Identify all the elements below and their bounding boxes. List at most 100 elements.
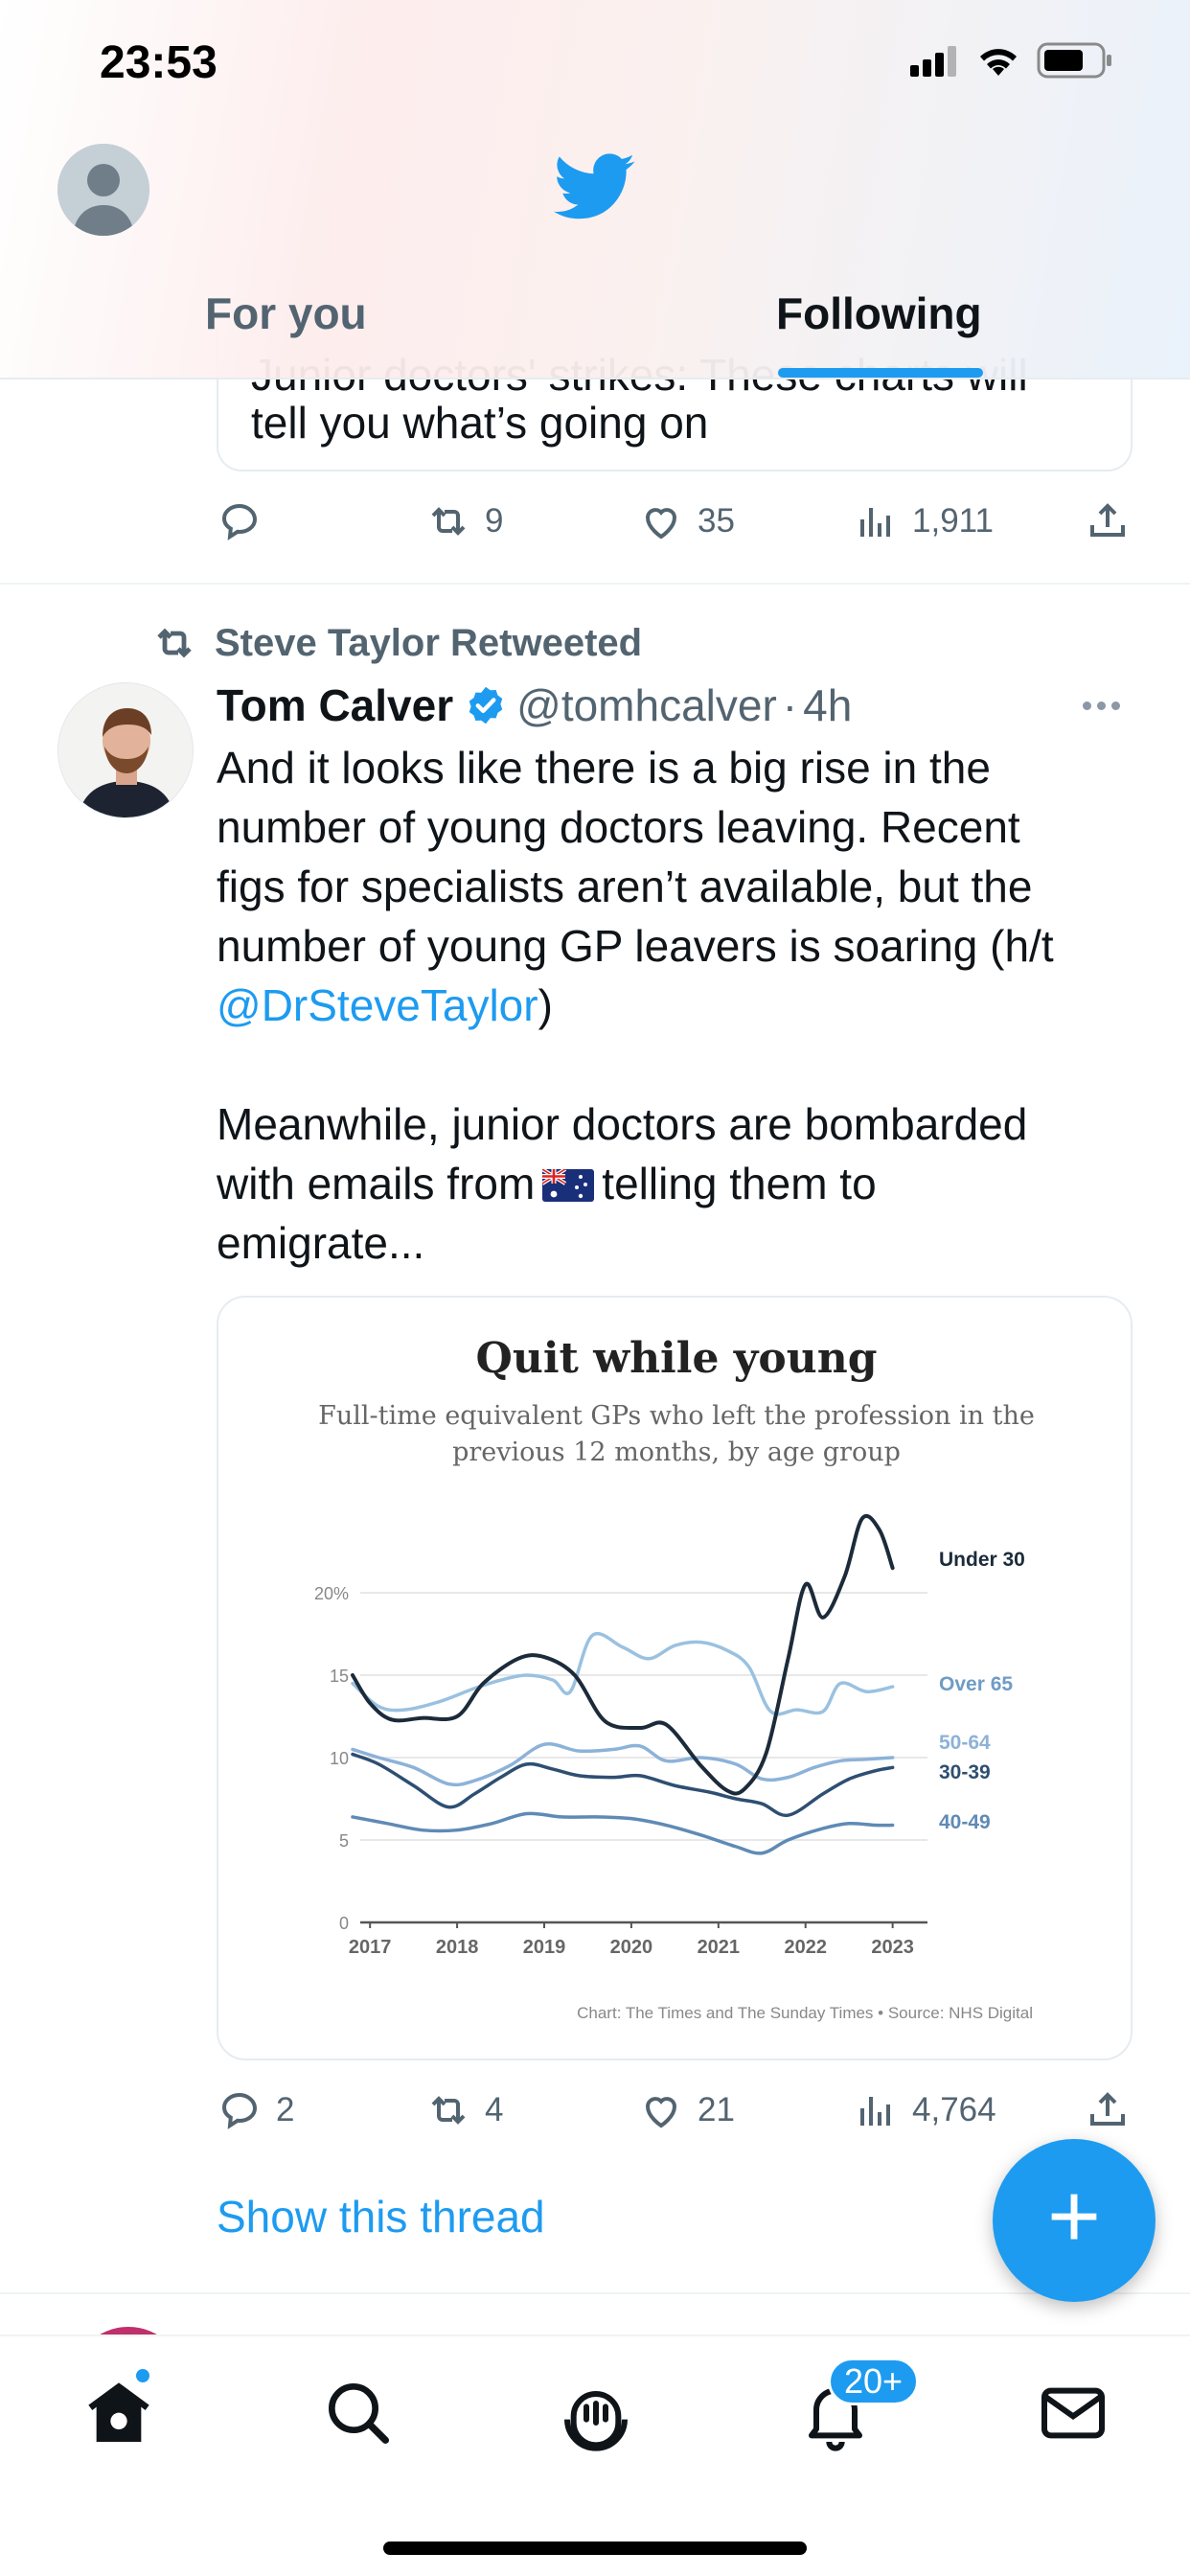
views-button[interactable]: 4,764	[853, 2082, 996, 2139]
spaces-icon	[564, 2391, 628, 2451]
tweet-divider	[0, 583, 1190, 585]
author-handle[interactable]: @tomhcalver	[516, 679, 777, 731]
nav-messages[interactable]	[1035, 2375, 1111, 2451]
profile-avatar-button[interactable]	[57, 144, 149, 236]
like-button[interactable]: 21	[638, 2082, 735, 2139]
tweet-text-line: And it looks like there is a big rise in…	[217, 743, 991, 793]
tweet-action-bar: 2 4 21 4,764	[217, 2082, 1136, 2139]
australia-flag-icon	[542, 1169, 595, 1202]
y-tick-label: 20%	[314, 1584, 349, 1603]
share-icon	[1090, 2092, 1125, 2126]
like-icon	[645, 2097, 677, 2128]
meta-separator: ·	[782, 680, 798, 730]
home-icon	[88, 2382, 149, 2442]
mail-icon	[1041, 2387, 1105, 2439]
x-tick-label: 2019	[523, 1937, 566, 1958]
views-count: 4,764	[912, 2091, 996, 2128]
share-button[interactable]	[1085, 493, 1131, 550]
nav-spaces[interactable]	[558, 2375, 634, 2451]
x-tick-label: 2022	[784, 1937, 827, 1958]
retweet-icon	[157, 628, 192, 658]
x-tick-label: 2023	[871, 1937, 914, 1958]
nav-search[interactable]	[320, 2375, 397, 2451]
chart-title: Quit while young	[476, 1334, 878, 1383]
tweet-media-chart[interactable]: Quit while young Full-time equivalent GPs…	[217, 1296, 1133, 2060]
like-button[interactable]: 35	[638, 493, 735, 550]
tweet-timestamp[interactable]: 4h	[803, 679, 852, 731]
author-avatar[interactable]	[57, 682, 194, 818]
retweet-count: 4	[485, 2091, 504, 2128]
compose-tweet-button[interactable]: +	[993, 2139, 1156, 2302]
home-unread-indicator	[134, 2367, 151, 2384]
tweet-text-line: number of young doctors leaving. Recent	[217, 802, 1020, 852]
tweet-text: And it looks like there is a big rise in…	[217, 738, 1136, 1273]
notification-badge: 20+	[828, 2358, 920, 2405]
mention-suffix: )	[538, 980, 553, 1030]
more-icon[interactable]	[1083, 686, 1131, 724]
y-tick-label: 5	[339, 1831, 349, 1851]
series-line-50-64	[351, 1742, 895, 1787]
tab-for-you[interactable]: For you	[205, 288, 367, 339]
reply-button[interactable]	[217, 493, 276, 550]
retweet-button[interactable]: 4	[425, 2082, 503, 2139]
tweet-text-fragment: with emails from	[217, 1159, 536, 1208]
wifi-icon	[980, 49, 1017, 76]
x-tick-label: 2021	[698, 1937, 741, 1958]
tweet-text-line-mention: @DrSteveTaylor)	[217, 976, 1136, 1035]
views-count: 1,911	[912, 502, 994, 540]
bird-logo-icon[interactable]	[554, 153, 636, 222]
chart-source: Chart: The Times and The Sunday Times • …	[577, 2004, 1033, 2022]
nav-home[interactable]	[80, 2375, 157, 2451]
verified-icon	[469, 686, 503, 724]
status-icons	[910, 42, 1113, 79]
chart-subtitle: previous 12 months, by age group	[452, 1438, 901, 1467]
series-line-under-30	[351, 1513, 895, 1796]
tweet-text-line: emigrate...	[217, 1218, 425, 1268]
y-tick-label: 15	[330, 1667, 349, 1686]
avatar-icon	[57, 144, 149, 236]
views-icon	[860, 508, 890, 537]
tweet-text-line-with-flag: with emails from telling them to	[217, 1154, 1136, 1213]
legend-label: 50-64	[939, 1732, 991, 1754]
legend-label: Over 65	[939, 1673, 1013, 1695]
show-thread-link[interactable]: Show this thread	[217, 2191, 545, 2242]
like-icon	[645, 508, 677, 540]
retweet-attribution[interactable]: Steve Taylor Retweeted	[151, 617, 642, 669]
line-chart: Quit while young Full-time equivalent GPs…	[314, 1334, 1035, 2022]
y-tick-label: 0	[339, 1914, 349, 1933]
legend-label: Under 30	[939, 1549, 1025, 1571]
retweet-icon	[431, 2096, 466, 2125]
y-tick-label: 10	[330, 1749, 349, 1768]
tweet-text-line: Meanwhile, junior doctors are bombarded	[217, 1099, 1028, 1149]
bottom-tab-bar: 20+	[0, 2334, 1190, 2576]
previous-card-title-line-2: tell you what’s going on	[251, 398, 709, 448]
tweet-text-fragment: telling them to	[602, 1159, 877, 1208]
views-button[interactable]: 1,911	[853, 493, 994, 550]
retweet-button[interactable]: 9	[425, 493, 503, 550]
tweet-divider	[0, 2292, 1190, 2294]
like-count: 35	[698, 502, 735, 540]
share-icon	[1090, 503, 1125, 537]
x-tick-label: 2020	[610, 1937, 653, 1958]
share-button[interactable]	[1085, 2082, 1131, 2139]
avatar-icon	[58, 683, 193, 817]
tweet-text-line: number of young GP leavers is soaring (h…	[217, 921, 1054, 971]
tab-following[interactable]: Following	[776, 288, 982, 339]
retweet-icon	[431, 507, 466, 536]
cellular-signal-icon	[910, 46, 956, 77]
home-indicator	[383, 2542, 807, 2555]
search-icon	[328, 2382, 390, 2444]
reply-icon	[221, 2092, 258, 2129]
top-header: 23:53 For you Following	[0, 0, 1190, 380]
mention-link[interactable]: @DrSteveTaylor	[217, 980, 538, 1030]
author-name[interactable]: Tom Calver	[217, 679, 453, 731]
like-count: 21	[698, 2091, 735, 2128]
status-time: 23:53	[100, 37, 217, 88]
reply-icon	[221, 503, 258, 540]
reply-button[interactable]: 2	[217, 2082, 294, 2139]
legend-label: 40-49	[939, 1811, 991, 1833]
views-icon	[860, 2097, 890, 2126]
x-tick-label: 2018	[436, 1937, 479, 1958]
active-tab-indicator	[778, 368, 983, 378]
